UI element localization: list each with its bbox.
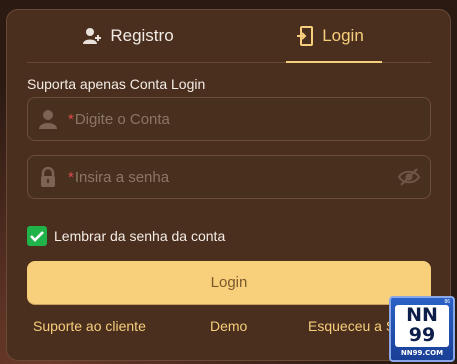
account-input[interactable] bbox=[74, 110, 430, 128]
password-field[interactable]: * bbox=[27, 155, 431, 199]
lock-icon bbox=[28, 167, 68, 187]
tab-registro[interactable]: Registro bbox=[27, 10, 229, 62]
nn99-logo: 86 NN 99 NN99.COM bbox=[389, 296, 455, 362]
password-input[interactable] bbox=[74, 168, 388, 186]
account-type-hint: Suporta apenas Conta Login bbox=[27, 76, 206, 92]
required-mark: * bbox=[68, 168, 74, 186]
support-link[interactable]: Suporte ao cliente bbox=[33, 318, 146, 334]
tab-login[interactable]: Login bbox=[229, 10, 431, 63]
logo-mark: NN 99 bbox=[395, 305, 449, 347]
logo-line-1: NN bbox=[406, 304, 438, 326]
logo-line-2: 99 bbox=[408, 324, 436, 346]
eye-slash-icon[interactable] bbox=[388, 167, 430, 187]
tab-login-label: Login bbox=[322, 26, 364, 45]
account-field[interactable]: * bbox=[27, 97, 431, 141]
remember-checkbox[interactable] bbox=[27, 226, 47, 246]
add-user-icon bbox=[82, 26, 102, 46]
logo-site: NN99.COM bbox=[400, 349, 444, 357]
required-mark: * bbox=[68, 110, 74, 128]
door-enter-icon bbox=[296, 26, 314, 46]
checkmark-icon bbox=[30, 231, 44, 242]
forgot-password-link[interactable]: Esqueceu a S bbox=[308, 318, 395, 334]
demo-link[interactable]: Demo bbox=[210, 318, 247, 334]
tab-registro-label: Registro bbox=[110, 26, 174, 45]
remember-password[interactable]: Lembrar da senha da conta bbox=[27, 226, 225, 246]
user-icon bbox=[28, 109, 68, 129]
remember-label: Lembrar da senha da conta bbox=[54, 228, 226, 244]
login-panel: Registro Login Suporta apenas Conta Logi… bbox=[6, 9, 451, 361]
login-button[interactable]: Login bbox=[27, 261, 431, 304]
auth-tabs: Registro Login bbox=[27, 10, 431, 63]
